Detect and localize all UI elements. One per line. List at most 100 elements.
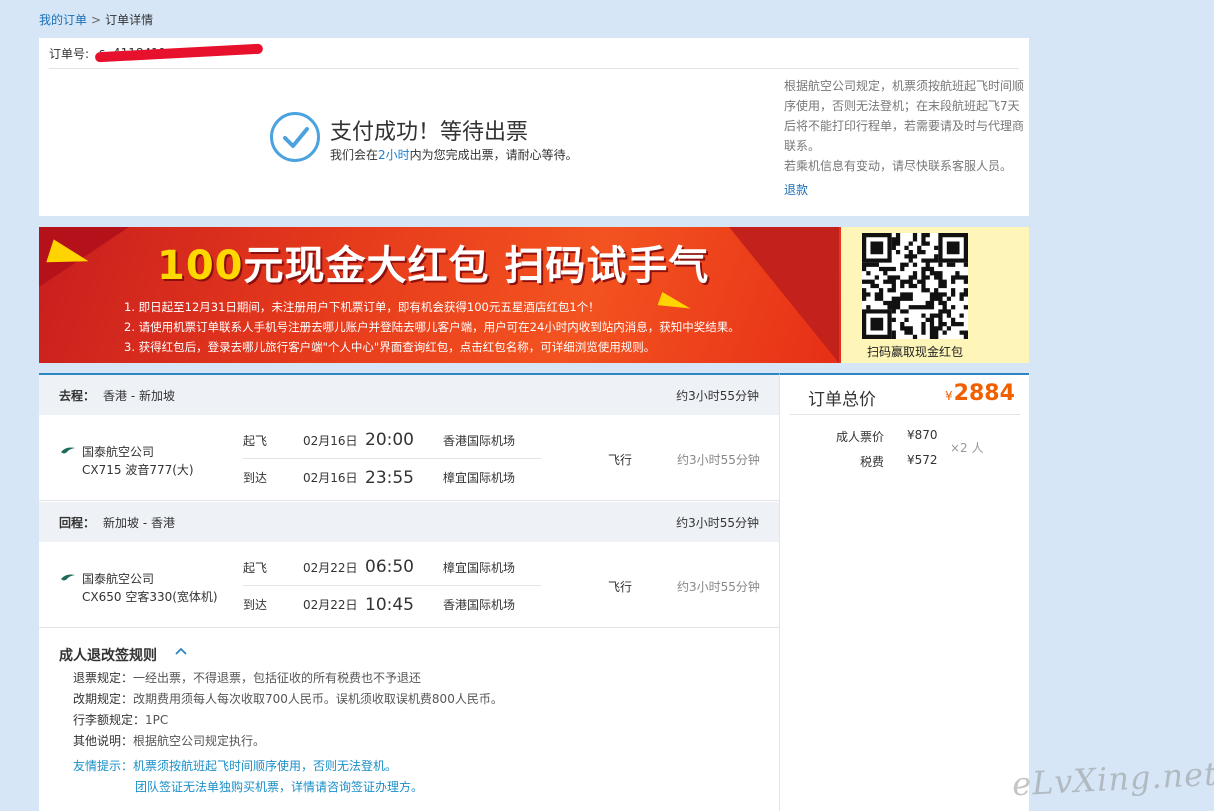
departure-leg: 起飞 02月22日 06:50 樟宜国际机场 <box>243 549 541 586</box>
leg-date: 02月16日 <box>303 433 358 448</box>
breadcrumb-current: 订单详情 <box>105 13 154 27</box>
flight-itinerary: 去程： 香港 - 新加坡 约3小时55分钟 国泰航空公司 CX715 波音777… <box>39 373 779 811</box>
breadcrumb-separator: > <box>91 13 102 27</box>
notice-line-2: 若乘机信息有变动，请尽快联系客服人员。 <box>784 159 1013 173</box>
order-number-label: 订单号: <box>49 46 90 61</box>
banner-title: 100元现金大红包 扫码试手气 <box>157 233 709 291</box>
rule-text: 1PC <box>145 713 169 727</box>
notice-line-1: 根据航空公司规定，机票须按航班起飞时间顺序使用，否则无法登机；在末段航班起飞7天… <box>784 79 1025 153</box>
banner-decor-shape <box>729 227 839 363</box>
rule-change: 改期规定：改期费用须每人每次收取700人民币。误机须收取误机费800人民币。 <box>73 690 503 707</box>
banner-rule-line: 1. 即日起至12月31日期间，未注册用户下机票订单，即有机会获得100元五星酒… <box>124 300 600 314</box>
qr-caption: 扫码赢取现金红包 <box>867 345 964 359</box>
arrival-leg: 到达 02月22日 10:45 香港国际机场 <box>243 586 541 623</box>
airline-name: 国泰航空公司 <box>82 572 155 586</box>
subtitle-highlight: 2小时 <box>378 148 410 162</box>
flight-duration: 约3小时55分钟 <box>677 580 760 594</box>
cathay-logo-icon <box>61 447 75 454</box>
segment-route: 新加坡 - 香港 <box>103 515 175 530</box>
outbound-header: 去程： 香港 - 新加坡 约3小时55分钟 <box>39 375 779 415</box>
refund-link[interactable]: 退款 <box>784 180 1024 200</box>
subtitle-prefix: 我们会在 <box>330 148 379 162</box>
adult-fare-value: ¥870 <box>907 428 938 442</box>
qr-code-icon[interactable] <box>862 233 968 339</box>
total-price-label: 订单总价 <box>808 390 876 410</box>
banner-title-text: 元现金大红包 扫码试手气 <box>243 243 710 289</box>
currency-symbol: ¥ <box>945 389 953 403</box>
arrival-leg: 到达 02月16日 23:55 樟宜国际机场 <box>243 459 541 496</box>
rule-label: 其他说明： <box>73 734 134 748</box>
ticket-notice: 根据航空公司规定，机票须按航班起飞时间顺序使用，否则无法登机；在末段航班起飞7天… <box>784 76 1024 200</box>
leg-airport: 香港国际机场 <box>443 598 516 612</box>
check-circle-icon <box>270 112 320 162</box>
leg-airport: 樟宜国际机场 <box>443 471 516 485</box>
leg-date: 02月22日 <box>303 598 358 612</box>
leg-date: 02月16日 <box>303 471 358 485</box>
leg-time: 06:50 <box>365 557 414 577</box>
flight-duration: 约3小时55分钟 <box>677 453 760 467</box>
price-header: 订单总价 ¥2884 <box>790 375 1020 415</box>
tax-label: 税费 <box>860 455 885 469</box>
leg-kind: 到达 <box>243 598 268 612</box>
leg-time: 10:45 <box>365 594 414 615</box>
payment-success-subtitle: 我们会在2小时内为您完成出票，请耐心等待。 <box>330 146 578 163</box>
breadcrumb: 我的订单 > 订单详情 <box>39 11 153 28</box>
departure-leg: 起飞 02月16日 20:00 香港国际机场 <box>243 422 541 459</box>
airline-name: 国泰航空公司 <box>82 445 155 459</box>
rule-baggage: 行李额规定：1PC <box>73 711 168 728</box>
flight-type: 飞行 <box>608 580 633 594</box>
order-number-value: s..4118411 <box>94 43 264 63</box>
banner-rule-line: 3. 获得红包后，登录去哪儿旅行客户端"个人中心"界面查询红包，点击红包名称，可… <box>124 340 656 354</box>
segment-duration: 约3小时55分钟 <box>676 515 759 530</box>
flight-number: CX715 波音777(大) <box>82 463 194 477</box>
outbound-flight: 国泰航空公司 CX715 波音777(大) 起飞 02月16日 20:00 香港… <box>39 415 779 501</box>
flight-type: 飞行 <box>608 453 633 467</box>
leg-kind: 起飞 <box>243 433 268 448</box>
payment-success-title: 支付成功！等待出票 <box>330 120 529 145</box>
segment-label: 回程： <box>59 515 96 530</box>
order-status-panel: 订单号: s..4118411 支付成功！等待出票 我们会在2小时内为您完成出票… <box>39 38 1029 216</box>
leg-time: 20:00 <box>365 430 414 450</box>
banner-title-number: 100 <box>157 243 244 289</box>
qr-box: 扫码赢取现金红包 <box>841 227 1029 363</box>
segment-label: 去程： <box>59 388 96 403</box>
rule-refund: 退票规定：一经出票，不得退票，包括征收的所有税费也不予退还 <box>73 669 421 686</box>
rule-other: 其他说明：根据航空公司规定执行。 <box>73 732 265 749</box>
total-amount: 2884 <box>953 381 1015 406</box>
subtitle-suffix: 内为您完成出票，请耐心等待。 <box>409 148 578 162</box>
leg-airport: 樟宜国际机场 <box>443 560 516 575</box>
adult-fare-label: 成人票价 <box>836 430 885 444</box>
tip-line: 机票须按航班起飞时间顺序使用，否则无法登机。 <box>133 759 398 773</box>
leg-time: 23:55 <box>365 467 414 488</box>
return-header: 回程： 新加坡 - 香港 约3小时55分钟 <box>39 502 779 542</box>
flight-number: CX650 空客330(宽体机) <box>82 590 218 604</box>
rule-text: 改期费用须每人每次收取700人民币。误机须收取误机费800人民币。 <box>133 692 503 706</box>
rule-label: 改期规定： <box>73 692 134 706</box>
return-flight: 国泰航空公司 CX650 空客330(宽体机) 起飞 02月22日 06:50 … <box>39 542 779 628</box>
rule-label: 退票规定： <box>73 671 134 685</box>
leg-kind: 起飞 <box>243 560 268 575</box>
price-panel: 订单总价 ¥2884 成人票价 ¥870 税费 ¥572 ×2 人 <box>779 373 1029 811</box>
friendly-tip-line-2: 团队签证无法单独购买机票，详情请咨询签证办理方。 <box>135 780 424 794</box>
banner-rules: 1. 即日起至12月31日期间，未注册用户下机票订单，即有机会获得100元五星酒… <box>124 297 740 357</box>
banner-rule-line: 2. 请使用机票订单联系人手机号注册去哪儿账户并登陆去哪儿客户端，用户可在24小… <box>124 320 740 334</box>
tax-value: ¥572 <box>907 453 938 467</box>
chevron-up-icon[interactable] <box>175 647 187 655</box>
promo-banner[interactable]: 100元现金大红包 扫码试手气 1. 即日起至12月31日期间，未注册用户下机票… <box>39 227 1029 363</box>
rule-label: 行李额规定： <box>73 713 146 727</box>
leg-date: 02月22日 <box>303 560 358 575</box>
passenger-multiplier: ×2 人 <box>950 441 984 455</box>
segment-duration: 约3小时55分钟 <box>676 388 759 403</box>
friendly-tip: 友情提示：机票须按航班起飞时间顺序使用，否则无法登机。 <box>73 757 397 774</box>
rules-title[interactable]: 成人退改签规则 <box>59 645 157 665</box>
cathay-logo-icon <box>61 574 75 581</box>
site-watermark: eLvXing.net <box>1011 754 1214 804</box>
rule-text: 一经出票，不得退票，包括征收的所有税费也不予退还 <box>133 671 422 685</box>
tip-label: 友情提示： <box>73 759 134 773</box>
leg-kind: 到达 <box>243 471 268 485</box>
total-price-value: ¥2884 <box>945 381 1015 406</box>
order-number-row: 订单号: s..4118411 <box>49 38 1019 69</box>
rule-text: 根据航空公司规定执行。 <box>133 734 266 748</box>
segment-route: 香港 - 新加坡 <box>103 388 175 403</box>
breadcrumb-my-orders-link[interactable]: 我的订单 <box>39 13 87 27</box>
